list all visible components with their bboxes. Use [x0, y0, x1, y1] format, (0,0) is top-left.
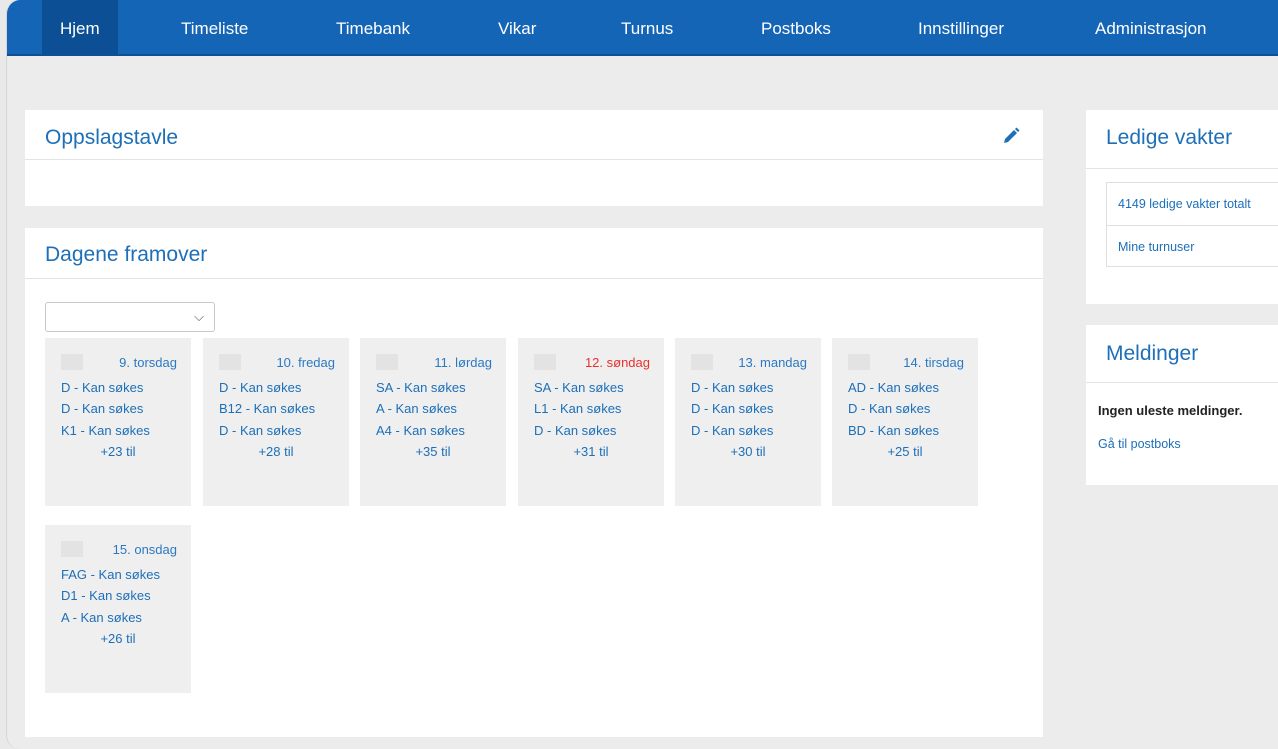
shift-link[interactable]: SA - Kan søkes [376, 380, 466, 395]
day-card: 10. fredag D - Kan søkes B12 - Kan søkes… [203, 338, 349, 506]
shift-link[interactable]: D - Kan søkes [691, 380, 773, 395]
vacant-divider [1086, 168, 1278, 169]
bulletin-board-panel: Oppslagstavle [25, 110, 1043, 206]
day-title[interactable]: 10. fredag [276, 355, 335, 370]
shift-link[interactable]: K1 - Kan søkes [61, 423, 150, 438]
day-select-box[interactable] [691, 354, 713, 370]
shift-link[interactable]: FAG - Kan søkes [61, 567, 160, 582]
vacant-shifts-title: Ledige vakter [1106, 126, 1233, 149]
day-card: 11. lørdag SA - Kan søkes A - Kan søkes … [360, 338, 506, 506]
shift-link[interactable]: D - Kan søkes [219, 380, 301, 395]
nav-item-timeliste[interactable]: Timeliste [181, 0, 248, 54]
nav-item-turnus[interactable]: Turnus [621, 0, 673, 54]
shift-link[interactable]: D - Kan søkes [534, 423, 616, 438]
shift-link[interactable]: AD - Kan søkes [848, 380, 939, 395]
messages-title: Meldinger [1106, 342, 1199, 365]
bulletin-divider [25, 159, 1043, 160]
nav-item-hjem[interactable]: Hjem [42, 0, 118, 54]
nav-item-timebank[interactable]: Timebank [336, 0, 410, 54]
more-shifts-link[interactable]: +25 til [832, 444, 978, 459]
shift-link[interactable]: SA - Kan søkes [534, 380, 624, 395]
shift-link[interactable]: A4 - Kan søkes [376, 423, 465, 438]
vacant-shifts-panel: Ledige vakter 4149 ledige vakter totalt … [1086, 110, 1278, 304]
messages-panel: Meldinger Ingen uleste meldinger. Gå til… [1086, 325, 1278, 485]
day-card: 15. onsdag FAG - Kan søkes D1 - Kan søke… [45, 525, 191, 693]
shift-link[interactable]: B12 - Kan søkes [219, 401, 315, 416]
day-title[interactable]: 12. søndag [585, 355, 650, 370]
upcoming-days-panel: Dagene framover ⌵ 9. torsdag D - Kan søk… [25, 228, 1043, 737]
total-vacant-link[interactable]: 4149 ledige vakter totalt [1107, 183, 1278, 226]
upcoming-days-title: Dagene framover [45, 243, 208, 266]
day-select-box[interactable] [219, 354, 241, 370]
shift-link[interactable]: BD - Kan søkes [848, 423, 939, 438]
day-title[interactable]: 9. torsdag [119, 355, 177, 370]
day-card: 14. tirsdag AD - Kan søkes D - Kan søkes… [832, 338, 978, 506]
shift-link[interactable]: D1 - Kan søkes [61, 588, 151, 603]
day-select-box[interactable] [848, 354, 870, 370]
more-shifts-link[interactable]: +28 til [203, 444, 349, 459]
shift-link[interactable]: D - Kan søkes [848, 401, 930, 416]
day-title[interactable]: 15. onsdag [113, 542, 177, 557]
day-select-box[interactable] [61, 354, 83, 370]
more-shifts-link[interactable]: +35 til [360, 444, 506, 459]
day-card: 9. torsdag D - Kan søkes D - Kan søkes K… [45, 338, 191, 506]
upcoming-divider [25, 278, 1043, 279]
day-select-box[interactable] [534, 354, 556, 370]
shift-link[interactable]: D - Kan søkes [691, 401, 773, 416]
shift-link[interactable]: D - Kan søkes [219, 423, 301, 438]
day-title[interactable]: 13. mandag [738, 355, 807, 370]
pencil-icon[interactable] [1001, 126, 1021, 151]
shift-link[interactable]: D - Kan søkes [691, 423, 773, 438]
day-select-box[interactable] [61, 541, 83, 557]
nav-item-postboks[interactable]: Postboks [761, 0, 831, 54]
shift-link[interactable]: D - Kan søkes [61, 401, 143, 416]
more-shifts-link[interactable]: +23 til [45, 444, 191, 459]
shift-link[interactable]: L1 - Kan søkes [534, 401, 621, 416]
vacant-links-box: 4149 ledige vakter totalt Mine turnuser [1106, 182, 1278, 267]
shift-link[interactable]: A - Kan søkes [61, 610, 142, 625]
my-rotations-link[interactable]: Mine turnuser [1107, 226, 1278, 266]
day-select-box[interactable] [376, 354, 398, 370]
day-card: 12. søndag SA - Kan søkes L1 - Kan søkes… [518, 338, 664, 506]
shift-link[interactable]: D - Kan søkes [61, 380, 143, 395]
period-select[interactable]: ⌵ [45, 302, 215, 332]
top-navigation: Hjem Timeliste Timebank Vikar Turnus Pos… [7, 0, 1278, 56]
more-shifts-link[interactable]: +30 til [675, 444, 821, 459]
nav-item-administrasjon[interactable]: Administrasjon [1095, 0, 1207, 54]
shift-link[interactable]: A - Kan søkes [376, 401, 457, 416]
goto-mailbox-link[interactable]: Gå til postboks [1098, 437, 1181, 451]
messages-divider [1086, 382, 1278, 383]
more-shifts-link[interactable]: +31 til [518, 444, 664, 459]
chevron-down-icon: ⌵ [194, 309, 204, 324]
app-window: Hjem Timeliste Timebank Vikar Turnus Pos… [6, 0, 1278, 749]
nav-item-vikar[interactable]: Vikar [498, 0, 536, 54]
nav-item-innstillinger[interactable]: Innstillinger [918, 0, 1004, 54]
bulletin-board-title: Oppslagstavle [45, 126, 179, 149]
day-card: 13. mandag D - Kan søkes D - Kan søkes D… [675, 338, 821, 506]
day-title[interactable]: 14. tirsdag [903, 355, 964, 370]
day-title[interactable]: 11. lørdag [434, 355, 492, 370]
more-shifts-link[interactable]: +26 til [45, 631, 191, 646]
no-messages-text: Ingen uleste meldinger. [1098, 403, 1243, 418]
